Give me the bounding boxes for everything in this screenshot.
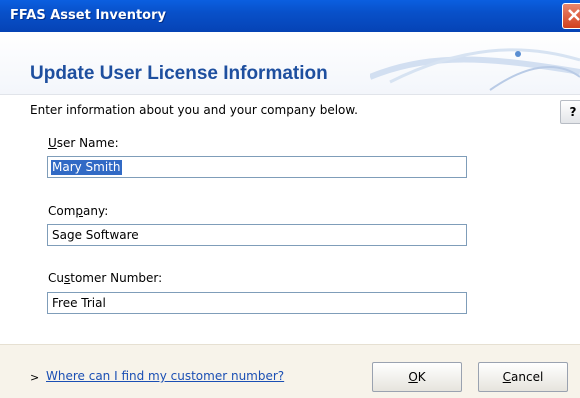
page-title: Update User License Information <box>30 63 328 84</box>
window-title: FFAS Asset Inventory <box>10 8 166 23</box>
button-label: ancel <box>511 370 544 384</box>
intro-text: Enter information about you and your com… <box>30 103 358 117</box>
customer-number-help-link[interactable]: Where can I find my customer number? <box>46 369 284 383</box>
dialog-window: FFAS Asset Inventory Update User License… <box>0 0 580 398</box>
user-name-label: User Name: <box>48 136 119 150</box>
mnemonic: U <box>48 136 57 150</box>
label-text: Com <box>48 204 76 218</box>
cancel-button[interactable]: Cancel <box>478 362 568 392</box>
chevron-right-icon: > <box>30 371 40 384</box>
company-field[interactable] <box>47 224 467 246</box>
customer-number-field[interactable] <box>47 292 467 314</box>
button-label: K <box>417 370 426 384</box>
label-text: ser Name: <box>56 136 119 150</box>
mnemonic: O <box>408 370 418 384</box>
close-icon <box>568 9 580 21</box>
user-name-field[interactable]: Mary Smith <box>47 156 467 178</box>
ok-button[interactable]: OK <box>372 362 462 392</box>
dialog-footer: > Where can I find my customer number? O… <box>0 344 580 398</box>
close-button[interactable] <box>562 3 580 29</box>
label-text: tomer Number: <box>70 271 163 285</box>
label-text: any: <box>83 204 109 218</box>
mnemonic: C <box>502 370 512 384</box>
customer-number-input[interactable] <box>48 293 466 313</box>
company-label: Company: <box>48 204 108 218</box>
mnemonic: p <box>75 204 84 218</box>
company-input[interactable] <box>48 225 466 245</box>
decorative-swoosh <box>370 48 580 91</box>
label-text: Cu <box>48 271 64 285</box>
title-bar[interactable]: FFAS Asset Inventory <box>0 0 580 32</box>
dialog-header: Update User License Information <box>0 32 580 95</box>
user-name-value: Mary Smith <box>51 160 122 175</box>
help-button[interactable]: ? <box>560 100 580 124</box>
customer-number-label: Customer Number: <box>48 271 162 285</box>
